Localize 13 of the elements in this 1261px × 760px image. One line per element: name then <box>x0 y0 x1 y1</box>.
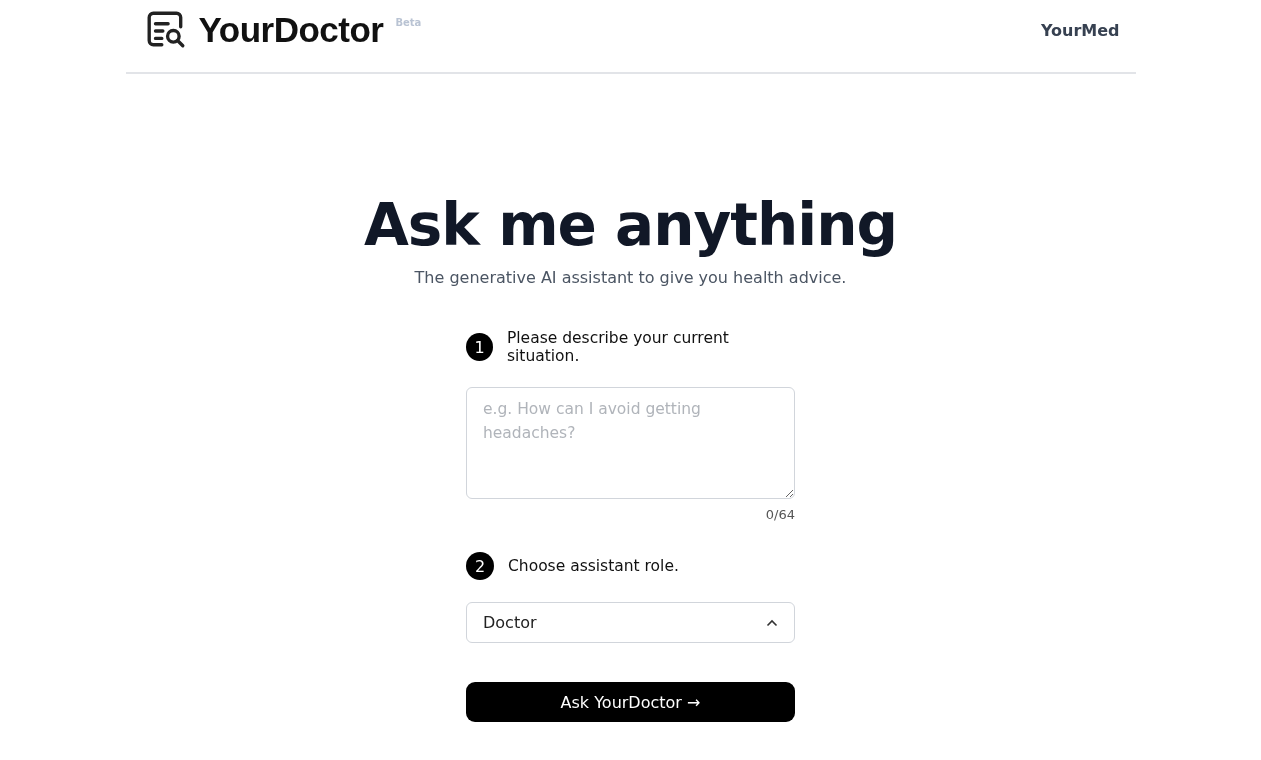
logo-text[interactable]: YourDoctor <box>198 9 384 51</box>
question-field[interactable]: e.g. How can I avoid getting headaches? <box>466 387 795 499</box>
submit-button[interactable]: Ask YourDoctor → <box>466 682 795 722</box>
subtitle: The generative AI assistant to give you health advice. <box>414 268 847 287</box>
step-number: 1 <box>466 333 493 361</box>
step-number: 2 <box>466 552 494 580</box>
page-title: Ask me anything <box>363 190 898 260</box>
role-dropdown[interactable]: Doctor <box>466 602 795 643</box>
step-label: Choose assistant role. <box>508 557 679 575</box>
nav-link[interactable]: YourMed <box>1040 20 1120 40</box>
beta-label: Beta <box>395 17 422 28</box>
character-counter: 0/64 <box>764 507 795 522</box>
step-label: Please describe your current situation. <box>506 329 730 365</box>
